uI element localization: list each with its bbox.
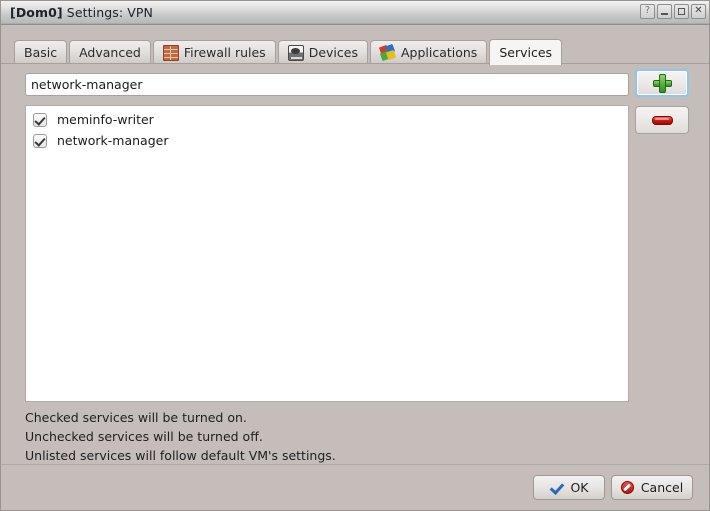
tab-firewall-rules-label: Firewall rules [183,45,266,60]
window-controls: ? ✕ [640,4,706,19]
help-button[interactable]: ? [640,4,655,19]
maximize-icon [678,8,685,15]
firewall-brick-icon [162,44,179,61]
plus-icon [652,73,672,93]
service-checkbox[interactable] [33,133,47,148]
service-checkbox[interactable] [33,112,47,127]
minimize-button[interactable] [657,4,672,19]
tab-devices-label: Devices [308,45,358,60]
window-title-text: Settings: VPN [66,5,153,20]
dialog-button-bar: OK Cancel [1,464,709,510]
minimize-icon [661,13,668,15]
services-panel: meminfo-writer network-manager Checked s… [1,63,709,465]
vm-name-label: [Dom0] [10,5,63,20]
list-item[interactable]: meminfo-writer [26,109,628,130]
tab-advanced-label: Advanced [79,45,141,60]
cancel-button-label: Cancel [640,480,684,495]
tab-devices[interactable]: Devices [277,40,368,64]
device-disk-icon [287,44,304,61]
tab-services[interactable]: Services [489,39,563,65]
close-icon: ✕ [694,5,703,16]
tab-basic[interactable]: Basic [14,40,68,64]
remove-service-button[interactable] [635,106,689,134]
help-line-unlisted: Unlisted services will follow default VM… [25,448,336,463]
help-line-unchecked: Unchecked services will be turned off. [25,429,263,444]
tab-services-label: Services [499,44,553,60]
help-line-checked: Checked services will be turned on. [25,410,247,425]
title-bar: [Dom0] Settings: VPN ? ✕ [1,1,709,25]
service-list[interactable]: meminfo-writer network-manager [25,105,629,402]
minus-icon [651,115,673,125]
tab-applications-label: Applications [400,45,478,60]
close-button[interactable]: ✕ [691,4,706,19]
tab-list: Basic Advanced Firewall rules Devices Ap… [14,38,564,65]
tab-advanced[interactable]: Advanced [69,40,151,64]
cancel-button[interactable]: Cancel [611,475,693,500]
maximize-button[interactable] [674,4,689,19]
question-mark-icon: ? [644,5,651,16]
deny-icon [620,481,634,494]
ok-button-label: OK [570,480,589,495]
window-title: [Dom0] Settings: VPN [10,5,153,20]
service-name-label: meminfo-writer [57,112,154,127]
service-name-label: network-manager [57,133,169,148]
ok-button[interactable]: OK [533,475,605,500]
tab-bar: Basic Advanced Firewall rules Devices Ap… [1,25,709,65]
tab-applications[interactable]: Applications [369,40,488,64]
list-item[interactable]: network-manager [26,130,628,151]
checkmark-icon [549,482,563,494]
tab-basic-label: Basic [24,45,58,60]
applications-icon [378,43,397,61]
tab-firewall-rules[interactable]: Firewall rules [152,40,276,64]
service-name-input[interactable] [25,73,629,96]
settings-window: [Dom0] Settings: VPN ? ✕ Basic Advanced … [0,0,710,511]
help-text: Checked services will be turned on. Unch… [25,408,336,465]
add-service-button[interactable] [635,69,689,97]
